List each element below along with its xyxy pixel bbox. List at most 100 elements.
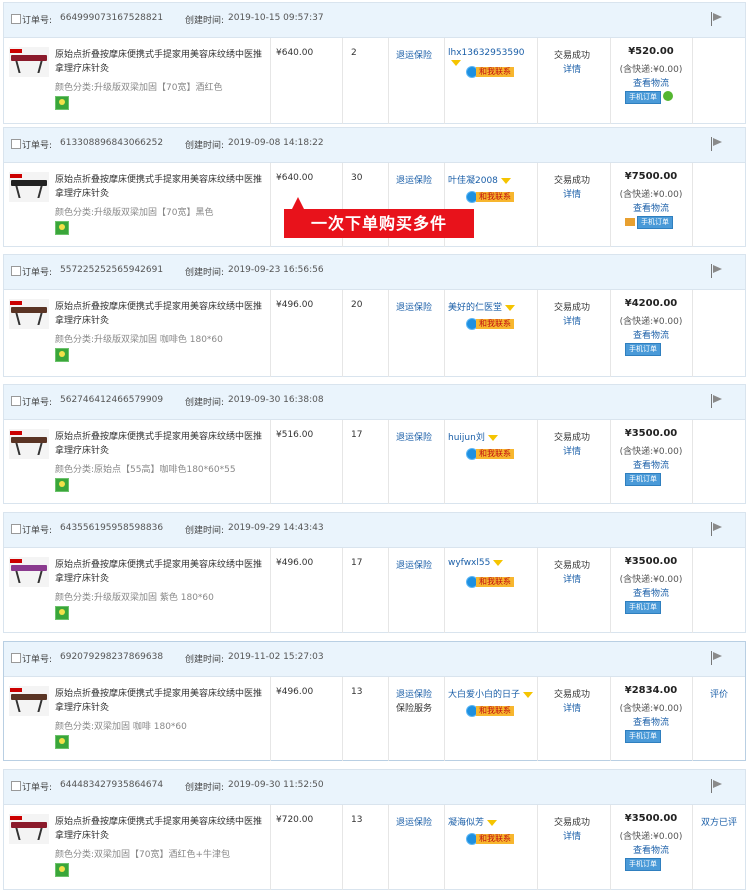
view-logistics-link[interactable]: 查看物流: [611, 715, 691, 728]
mobile-order-badge: 手机订单: [625, 473, 661, 486]
buyer-name-text[interactable]: 美好的仁医堂: [448, 303, 502, 313]
view-logistics-link[interactable]: 查看物流: [611, 201, 691, 214]
filter-icon[interactable]: [487, 819, 498, 826]
buyer-name-text[interactable]: huijun刘: [448, 433, 485, 443]
shipping-fee: (含快递:¥0.00): [619, 704, 683, 714]
product-thumbnail[interactable]: [9, 172, 49, 202]
detail-link[interactable]: 详情: [537, 314, 607, 327]
order-header: 订单号: 562746412466579909 创建时间: 2019-09-30…: [4, 385, 745, 420]
buyer-name[interactable]: huijun刘: [448, 430, 533, 443]
product-thumbnail[interactable]: [9, 814, 49, 844]
quantity: 17: [351, 558, 363, 568]
filter-icon[interactable]: [500, 177, 511, 184]
buyer-name[interactable]: 凝海似芳: [448, 815, 533, 828]
product-title[interactable]: 原始点折叠按摩床便携式手提家用美容床纹绣中医推拿理疗床针灸: [55, 48, 265, 76]
quantity: 13: [351, 687, 363, 697]
order-checkbox[interactable]: [11, 139, 21, 149]
return-insurance-link[interactable]: 退运保险: [396, 558, 432, 571]
review-link[interactable]: 双方已评: [694, 815, 744, 828]
filter-icon[interactable]: [493, 559, 504, 566]
order-body: 原始点折叠按摩床便携式手提家用美容床纹绣中医推拿理疗床针灸 颜色分类:升级版双梁…: [4, 38, 745, 124]
order-card: 订单号: 664999073167528821 创建时间: 2019-10-15…: [3, 2, 746, 124]
buyer-name-text[interactable]: lhx13632953590: [448, 48, 525, 58]
created-time-label: 创建时间:: [185, 268, 225, 278]
filter-icon[interactable]: [487, 434, 498, 441]
return-insurance-link[interactable]: 退运保险: [396, 687, 432, 700]
buyer-name-text[interactable]: 凝海似芳: [448, 818, 484, 828]
view-logistics-link[interactable]: 查看物流: [611, 843, 691, 856]
product-title[interactable]: 原始点折叠按摩床便携式手提家用美容床纹绣中医推拿理疗床针灸: [55, 173, 265, 201]
view-logistics-link[interactable]: 查看物流: [611, 328, 691, 341]
buyer-name[interactable]: 大白爱小白的日子: [448, 687, 534, 700]
flag-icon[interactable]: [711, 264, 723, 278]
guarantee-icon: [55, 478, 69, 492]
product-title[interactable]: 原始点折叠按摩床便携式手提家用美容床纹绣中医推拿理疗床针灸: [55, 687, 265, 715]
total-price: ¥520.00: [628, 46, 674, 57]
quantity: 2: [351, 48, 357, 58]
view-logistics-link[interactable]: 查看物流: [611, 76, 691, 89]
return-insurance-link[interactable]: 退运保险: [396, 173, 432, 186]
buyer-name[interactable]: wyfwxl55: [448, 558, 533, 568]
flag-icon[interactable]: [711, 651, 723, 665]
flag-icon[interactable]: [711, 779, 723, 793]
product-thumbnail[interactable]: [9, 47, 49, 77]
unit-price: ¥496.00: [276, 558, 314, 568]
detail-link[interactable]: 详情: [537, 62, 607, 75]
order-checkbox[interactable]: [11, 781, 21, 791]
return-insurance-link[interactable]: 退运保险: [396, 48, 432, 61]
order-body: 原始点折叠按摩床便携式手提家用美容床纹绣中医推拿理疗床针灸 颜色分类:双梁加固【…: [4, 805, 745, 890]
product-title[interactable]: 原始点折叠按摩床便携式手提家用美容床纹绣中医推拿理疗床针灸: [55, 430, 265, 458]
order-body: 原始点折叠按摩床便携式手提家用美容床纹绣中医推拿理疗床针灸 颜色分类:升级版双梁…: [4, 290, 745, 377]
flag-icon[interactable]: [711, 137, 723, 151]
unit-price: ¥496.00: [276, 687, 314, 697]
view-logistics-link[interactable]: 查看物流: [611, 458, 691, 471]
contact-me-label: 和我联系: [476, 449, 514, 459]
order-checkbox[interactable]: [11, 653, 21, 663]
order-header: 订单号: 557225252565942691 创建时间: 2019-09-23…: [4, 255, 745, 290]
return-insurance-link[interactable]: 退运保险: [396, 430, 432, 443]
detail-link[interactable]: 详情: [537, 187, 607, 200]
return-insurance-link[interactable]: 退运保险: [396, 815, 432, 828]
detail-link[interactable]: 详情: [537, 572, 607, 585]
review-link[interactable]: 评价: [694, 687, 744, 700]
filter-icon[interactable]: [451, 59, 461, 66]
order-header: 订单号: 643556195958598836 创建时间: 2019-09-29…: [4, 513, 745, 548]
detail-link[interactable]: 详情: [537, 701, 607, 714]
flag-icon[interactable]: [711, 522, 723, 536]
created-time-label: 创建时间:: [185, 141, 225, 151]
order-card: 订单号: 557225252565942691 创建时间: 2019-09-23…: [3, 254, 746, 377]
shipping-fee: (含快递:¥0.00): [619, 447, 683, 457]
buyer-name-text[interactable]: 大白爱小白的日子: [448, 690, 520, 700]
buyer-name[interactable]: lhx13632953590: [448, 48, 533, 68]
product-title[interactable]: 原始点折叠按摩床便携式手提家用美容床纹绣中医推拿理疗床针灸: [55, 815, 265, 843]
buyer-name-text[interactable]: wyfwxl55: [448, 558, 490, 568]
product-spec: 颜色分类:升级版双梁加固【70宽】黑色: [55, 208, 214, 218]
order-header: 订单号: 613308896843066252 创建时间: 2019-09-08…: [4, 128, 745, 163]
product-thumbnail[interactable]: [9, 557, 49, 587]
buyer-name[interactable]: 叶佳凝2008: [448, 173, 533, 186]
buyer-name-text[interactable]: 叶佳凝2008: [448, 176, 498, 186]
product-title[interactable]: 原始点折叠按摩床便携式手提家用美容床纹绣中医推拿理疗床针灸: [55, 300, 265, 328]
view-logistics-link[interactable]: 查看物流: [611, 586, 691, 599]
filter-icon[interactable]: [505, 304, 516, 311]
trade-status: 交易成功: [553, 433, 590, 443]
order-number-label: 订单号:: [22, 783, 53, 793]
product-title[interactable]: 原始点折叠按摩床便携式手提家用美容床纹绣中医推拿理疗床针灸: [55, 558, 265, 586]
flag-icon[interactable]: [711, 394, 723, 408]
buyer-name[interactable]: 美好的仁医堂: [448, 300, 533, 313]
contact-me-label: 和我联系: [476, 67, 514, 77]
flag-icon[interactable]: [711, 12, 723, 26]
product-thumbnail[interactable]: [9, 299, 49, 329]
order-checkbox[interactable]: [11, 266, 21, 276]
filter-icon[interactable]: [523, 691, 534, 698]
product-thumbnail[interactable]: [9, 686, 49, 716]
detail-link[interactable]: 详情: [537, 829, 607, 842]
return-insurance-link[interactable]: 退运保险: [396, 300, 432, 313]
quantity: 30: [351, 173, 363, 183]
order-checkbox[interactable]: [11, 396, 21, 406]
order-checkbox[interactable]: [11, 524, 21, 534]
detail-link[interactable]: 详情: [537, 444, 607, 457]
product-thumbnail[interactable]: [9, 429, 49, 459]
mobile-order-badge: 手机订单: [637, 216, 673, 229]
order-checkbox[interactable]: [11, 14, 21, 24]
